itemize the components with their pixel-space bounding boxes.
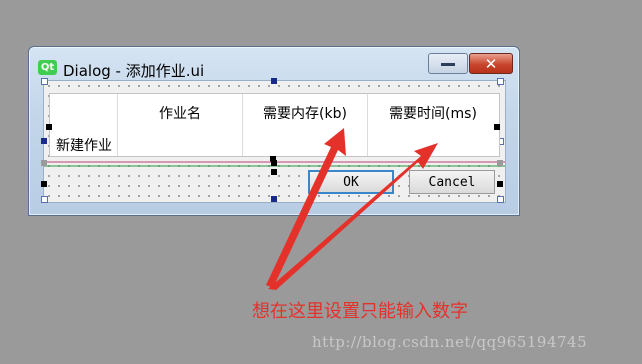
screenshot-stage: Qt Dialog - 添加作业.ui ✕ 作业名 需要内存(kb) 需要时间(… bbox=[0, 0, 642, 364]
annotation-text: 想在这里设置只能输入数字 bbox=[252, 301, 468, 322]
arrow-to-time-column bbox=[268, 143, 438, 290]
watermark-text: http://blog.csdn.net/qq965194745 bbox=[312, 333, 588, 351]
arrow-to-memory-column bbox=[266, 128, 346, 288]
